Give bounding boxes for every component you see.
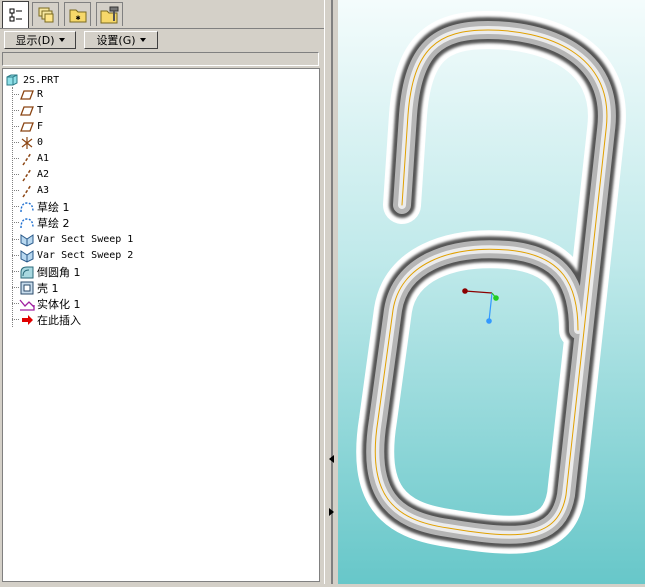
tree-item-solidify-1[interactable]: 实体化 1 — [12, 296, 81, 311]
triad-y-dot — [493, 295, 499, 301]
sketch-icon — [19, 216, 35, 230]
tree-item-label: A3 — [37, 185, 50, 196]
tree-item-r[interactable]: R — [12, 87, 43, 102]
model-3d-view — [356, 11, 626, 554]
insert-here-arrow-icon — [19, 313, 35, 327]
collapse-left-icon[interactable] — [329, 455, 334, 463]
tree-item-label: 0 — [37, 137, 44, 148]
tab-connections[interactable] — [96, 2, 123, 26]
datum-plane-icon — [19, 104, 35, 118]
solidify-icon — [19, 297, 35, 311]
svg-text:✱: ✱ — [75, 13, 80, 22]
chevron-down-icon — [139, 38, 146, 42]
tree-item-label: T — [37, 105, 44, 116]
triad-x-axis — [464, 290, 493, 294]
tree-item-csys[interactable]: 0 — [12, 135, 43, 150]
layers-icon — [38, 7, 53, 22]
datum-axis-icon — [19, 152, 35, 166]
sketch-icon — [19, 200, 35, 214]
tree-item-var-sect-sweep-2[interactable]: Var Sect Sweep 2 — [12, 248, 133, 263]
tree-item-label: F — [37, 121, 44, 132]
tree-root[interactable]: 2S.PRT — [5, 73, 59, 87]
tree-item-label: A2 — [37, 169, 50, 180]
tree-item-insert-here[interactable]: 在此插入 — [12, 312, 81, 327]
tab-layers[interactable] — [32, 2, 59, 26]
folder-tools-icon — [100, 6, 118, 23]
tree-item-t[interactable]: T — [12, 103, 43, 118]
triad-x-dot — [462, 288, 468, 294]
tree-item-a1[interactable]: A1 — [12, 151, 49, 166]
splitter-bar — [331, 0, 333, 584]
triad-z-dot — [486, 318, 492, 324]
model-tree-panel: ✱ 显示(D) 设置(G) 2S.PRT R T F 0 A1 A2 A3 草绘… — [0, 0, 324, 584]
part-icon — [6, 74, 18, 86]
tree-item-label: 在此插入 — [37, 313, 81, 327]
tree-item-shell-1[interactable]: 壳 1 — [12, 280, 59, 295]
display-menu-button[interactable]: 显示(D) — [4, 31, 76, 49]
expand-right-icon[interactable] — [329, 508, 334, 516]
tree-item-var-sect-sweep-1[interactable]: Var Sect Sweep 1 — [12, 232, 133, 247]
triad-z-axis — [488, 292, 493, 322]
tree-item-a3[interactable]: A3 — [12, 183, 49, 198]
display-menu-label: 显示(D) — [15, 34, 55, 47]
panel-splitter[interactable] — [324, 0, 338, 584]
graphics-window[interactable] — [338, 0, 645, 584]
navigator-tabs: ✱ — [0, 0, 324, 28]
tree-item-label: 倒圆角 1 — [37, 265, 81, 279]
tree-item-label: 实体化 1 — [37, 297, 81, 311]
settings-menu-label: 设置(G) — [96, 34, 136, 47]
model-tree-icon — [9, 8, 22, 22]
tree-item-f[interactable]: F — [12, 119, 43, 134]
tree-item-a2[interactable]: A2 — [12, 167, 49, 182]
tree-item-label: Var Sect Sweep 1 — [37, 234, 134, 245]
datum-axis-icon — [19, 184, 35, 198]
settings-menu-button[interactable]: 设置(G) — [84, 31, 158, 49]
tree-path-bar — [2, 52, 319, 66]
chevron-down-icon — [58, 38, 65, 42]
model-tree: 2S.PRT R T F 0 A1 A2 A3 草绘 1 草绘 2 Var Se… — [2, 68, 320, 582]
tab-favorites[interactable]: ✱ — [64, 2, 91, 26]
datum-plane-icon — [19, 120, 35, 134]
tab-model-tree[interactable] — [2, 1, 29, 28]
var-sect-sweep-icon — [19, 249, 35, 263]
tree-item-sketch-2[interactable]: 草绘 2 — [12, 215, 70, 230]
tree-item-label: 草绘 2 — [37, 216, 70, 230]
tree-item-sketch-1[interactable]: 草绘 1 — [12, 199, 70, 214]
tree-item-label: 壳 1 — [37, 281, 59, 295]
tree-item-label: A1 — [37, 153, 50, 164]
tree-toolbar: 显示(D) 设置(G) — [0, 28, 324, 51]
shell-icon — [19, 281, 35, 295]
datum-plane-icon — [19, 88, 35, 102]
coordinate-system-icon — [19, 136, 35, 150]
paperclip-hook-model — [356, 11, 626, 554]
tree-item-round-1[interactable]: 倒圆角 1 — [12, 264, 81, 279]
tree-item-label: 草绘 1 — [37, 200, 70, 214]
coordinate-triad — [462, 288, 499, 324]
var-sect-sweep-icon — [19, 233, 35, 247]
tree-item-label: R — [37, 89, 44, 100]
folder-star-icon: ✱ — [69, 9, 86, 22]
round-icon — [19, 265, 35, 279]
datum-axis-icon — [19, 168, 35, 182]
tree-item-label: Var Sect Sweep 2 — [37, 250, 134, 261]
tree-root-label: 2S.PRT — [23, 74, 60, 86]
